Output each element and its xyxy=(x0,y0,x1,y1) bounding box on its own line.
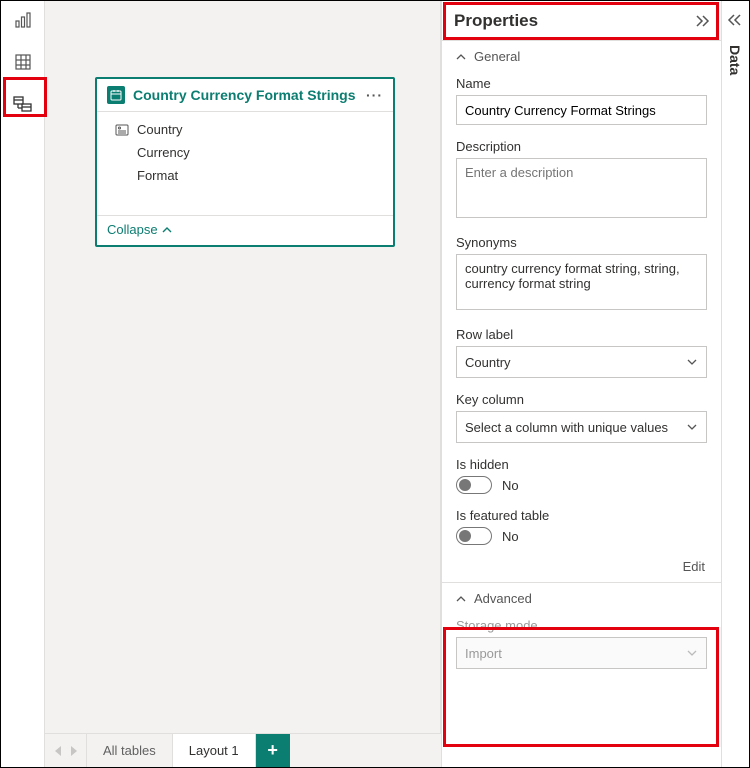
table-card-header[interactable]: Country Currency Format Strings ··· xyxy=(97,79,393,112)
chevron-down-icon xyxy=(686,356,698,368)
key-column-label: Key column xyxy=(456,392,707,407)
report-view-button[interactable] xyxy=(8,7,38,33)
storage-mode-label: Storage mode xyxy=(456,618,707,633)
synonyms-input[interactable] xyxy=(456,254,707,310)
is-featured-value: No xyxy=(502,529,519,544)
table-field-row[interactable]: Currency xyxy=(109,141,385,164)
data-pane-label: Data xyxy=(727,45,743,75)
field-label: Currency xyxy=(137,145,190,160)
expand-data-button[interactable] xyxy=(727,13,743,27)
data-view-button[interactable] xyxy=(8,49,38,75)
description-input[interactable] xyxy=(456,158,707,218)
add-layout-button[interactable]: + xyxy=(256,734,290,767)
chevron-up-icon xyxy=(162,225,172,235)
key-field-icon xyxy=(115,124,129,136)
tab-nav-arrows[interactable] xyxy=(45,734,87,767)
row-label-select[interactable]: Country xyxy=(456,346,707,378)
key-column-select[interactable]: Select a column with unique values xyxy=(456,411,707,443)
chevron-up-icon xyxy=(456,52,466,62)
table-card[interactable]: Country Currency Format Strings ··· Coun… xyxy=(95,77,395,247)
table-fields-list: Country Currency Format xyxy=(97,112,393,215)
storage-mode-select: Import xyxy=(456,637,707,669)
table-card-title: Country Currency Format Strings xyxy=(133,87,358,103)
general-section-header[interactable]: General xyxy=(442,41,721,72)
row-label-label: Row label xyxy=(456,327,707,342)
chevron-double-right-icon xyxy=(695,14,711,28)
field-label: Country xyxy=(137,122,183,137)
properties-header: Properties xyxy=(442,1,721,41)
chevron-down-icon xyxy=(686,421,698,433)
description-label: Description xyxy=(456,139,707,154)
layout-tabs-bar: All tables Layout 1 + xyxy=(45,733,441,767)
is-featured-label: Is featured table xyxy=(456,508,707,523)
data-pane-collapsed[interactable]: Data xyxy=(721,1,749,767)
is-hidden-toggle[interactable] xyxy=(456,476,492,494)
table-field-row[interactable]: Format xyxy=(109,164,385,187)
chevron-down-icon xyxy=(686,647,698,659)
name-input[interactable] xyxy=(456,95,707,125)
field-label: Format xyxy=(137,168,178,183)
name-label: Name xyxy=(456,76,707,91)
chevron-up-icon xyxy=(456,594,466,604)
layout-tab[interactable]: Layout 1 xyxy=(173,734,256,767)
collapse-label: Collapse xyxy=(107,222,158,237)
model-canvas[interactable]: Country Currency Format Strings ··· Coun… xyxy=(45,1,441,733)
edit-link[interactable]: Edit xyxy=(442,555,721,582)
collapse-button[interactable]: Collapse xyxy=(97,215,393,245)
table-more-button[interactable]: ··· xyxy=(366,87,383,103)
chevron-double-left-icon xyxy=(727,13,743,27)
collapse-pane-button[interactable] xyxy=(695,14,711,28)
model-view-highlight xyxy=(3,77,47,117)
synonyms-label: Synonyms xyxy=(456,235,707,250)
is-hidden-value: No xyxy=(502,478,519,493)
properties-pane: Properties General Name Description Syno… xyxy=(441,1,721,767)
table-icon xyxy=(107,86,125,104)
all-tables-tab[interactable]: All tables xyxy=(87,734,173,767)
table-field-row[interactable]: Country xyxy=(109,118,385,141)
is-hidden-label: Is hidden xyxy=(456,457,707,472)
properties-title: Properties xyxy=(454,11,538,31)
is-featured-toggle[interactable] xyxy=(456,527,492,545)
advanced-section-header[interactable]: Advanced xyxy=(442,583,721,614)
